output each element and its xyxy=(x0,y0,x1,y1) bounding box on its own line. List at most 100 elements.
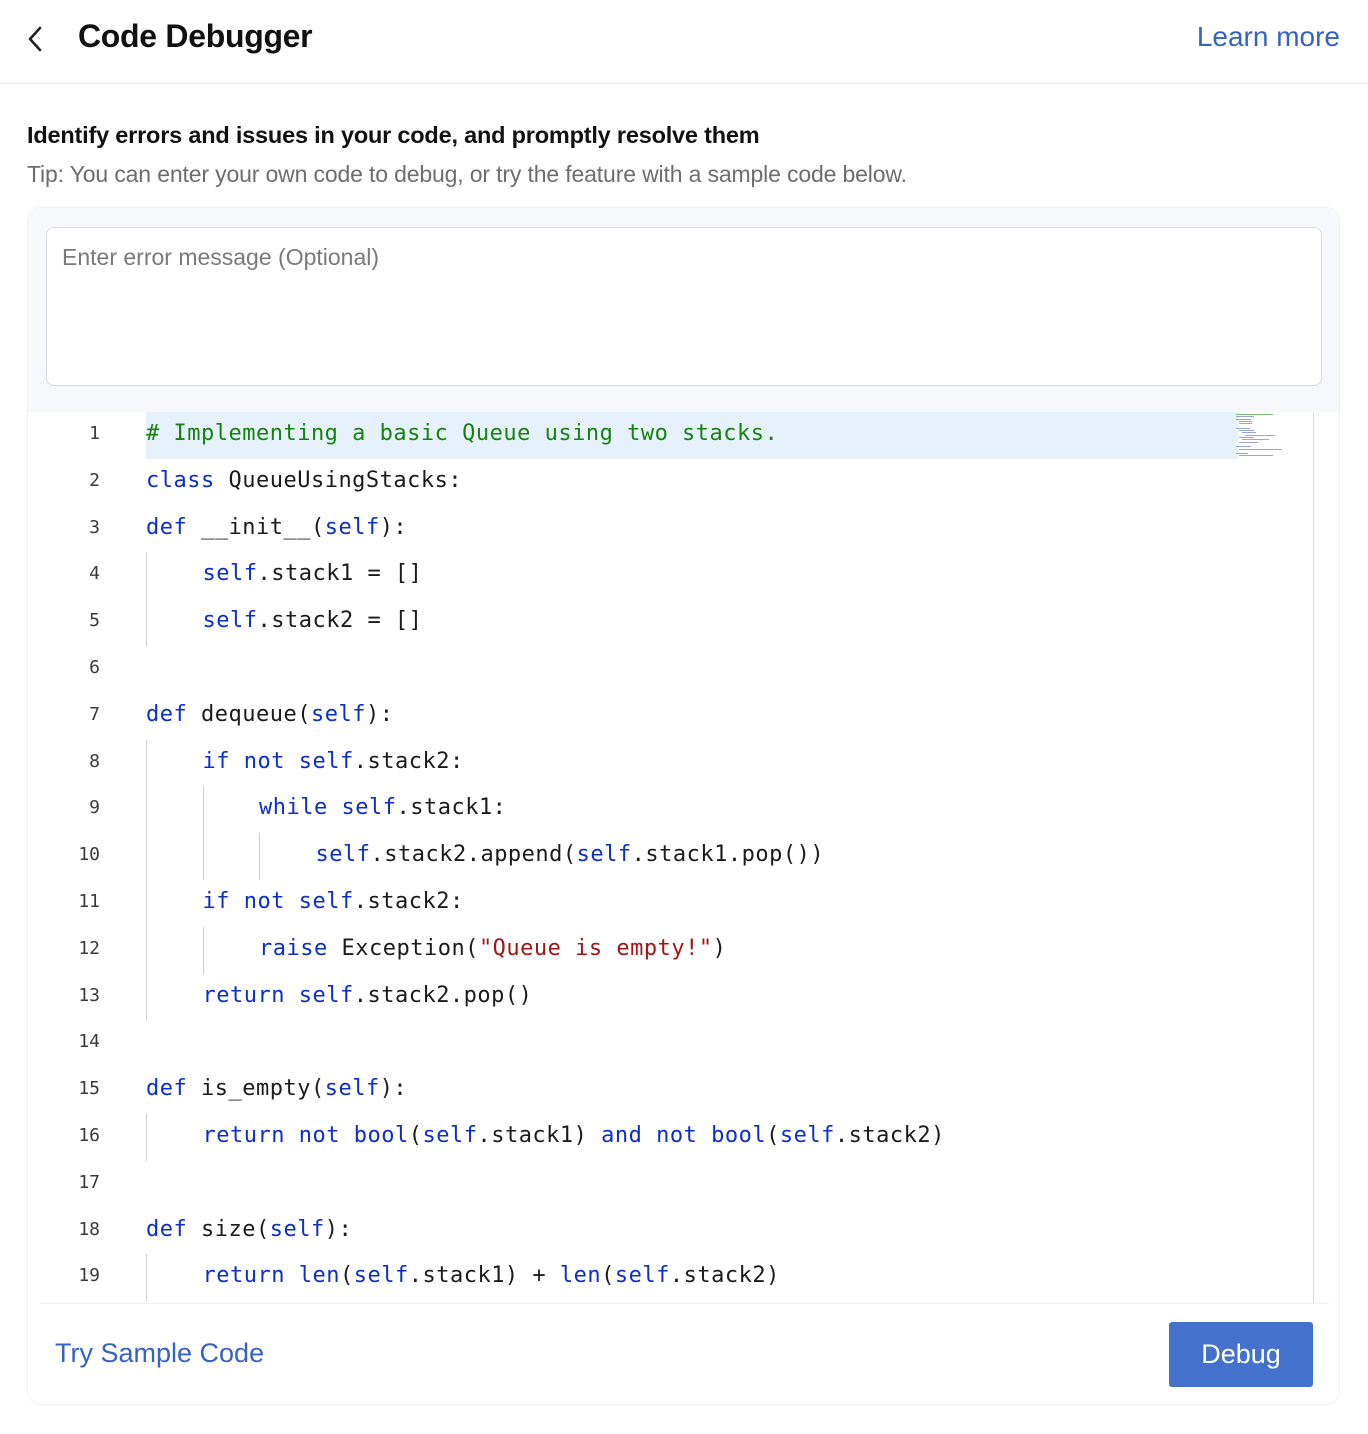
code-line[interactable]: 19 return len(self.stack1) + len(self.sta… xyxy=(28,1254,1313,1302)
line-number: 19 xyxy=(78,1265,100,1287)
code-text: def dequeue(self): xyxy=(146,702,393,727)
code-token: self xyxy=(298,748,354,774)
indent-guide xyxy=(146,552,147,600)
header: Code Debugger Learn more xyxy=(0,0,1368,84)
code-token: Exception( xyxy=(327,935,479,961)
code-text: self.stack2 = [] xyxy=(203,608,423,633)
line-number: 16 xyxy=(78,1125,100,1146)
code-line[interactable]: 14 xyxy=(28,1020,1313,1067)
page-title: Code Debugger xyxy=(78,18,313,54)
code-token: return xyxy=(202,1123,285,1148)
code-line[interactable]: 12 raise Exception("Queue is empty!") xyxy=(28,926,1313,974)
code-token: .stack1.pop()) xyxy=(631,842,825,868)
line-number: 14 xyxy=(78,1031,100,1053)
code-text: while self.stack1: xyxy=(259,795,506,820)
code-token: def xyxy=(146,1076,188,1102)
line-number: 10 xyxy=(78,844,100,866)
code-line[interactable]: 8 if not self.stack2: xyxy=(28,739,1313,787)
code-line[interactable]: 16 return not bool(self.stack1) and not b… xyxy=(28,1114,1313,1161)
code-line[interactable]: 6 xyxy=(28,646,1313,693)
code-token: self xyxy=(576,842,632,868)
code-line[interactable]: 3 def __init__(self): xyxy=(28,506,1313,553)
code-token: ): xyxy=(324,1216,353,1242)
minimap-line xyxy=(1239,437,1255,438)
line-number: 15 xyxy=(78,1078,100,1100)
code-token: .stack2 = [] xyxy=(257,608,423,634)
code-line[interactable]: 18 def size(self): xyxy=(28,1208,1313,1255)
code-token: while xyxy=(259,795,328,821)
code-line[interactable]: 11 if not self.stack2: xyxy=(28,880,1313,927)
intro-tip: Tip: You can enter your own code to debu… xyxy=(27,161,907,187)
code-token: self xyxy=(310,701,366,727)
code-line[interactable]: 5 self.stack2 = [] xyxy=(28,599,1313,647)
code-token: ( xyxy=(601,1263,615,1289)
indent-guide xyxy=(146,739,147,787)
code-text: self.stack1 = [] xyxy=(203,561,423,586)
code-text: raise Exception("Queue is empty!") xyxy=(259,936,726,961)
minimap-line xyxy=(1239,441,1259,443)
code-text: def __init__(self): xyxy=(146,515,407,540)
code-line[interactable]: 13 return self.stack2.pop() xyxy=(28,973,1313,1021)
code-token: .stack2: xyxy=(353,889,464,914)
code-token: not xyxy=(656,1123,698,1148)
code-text: if not self.stack2: xyxy=(203,889,464,914)
code-token: if xyxy=(202,889,230,914)
code-line[interactable]: 10 self.stack2.append(self.stack1.pop()) xyxy=(28,833,1313,881)
code-token: self xyxy=(422,1123,478,1148)
learn-more-link[interactable]: Learn more xyxy=(1197,21,1340,53)
minimap-line xyxy=(1239,455,1273,457)
code-token: ( xyxy=(766,1123,780,1148)
code-line[interactable]: 2 class QueueUsingStacks: xyxy=(28,459,1313,506)
code-token: self xyxy=(298,982,354,1008)
indent-guide xyxy=(146,926,147,974)
error-message-input[interactable] xyxy=(46,227,1322,386)
line-number: 3 xyxy=(89,516,100,538)
try-sample-code-link[interactable]: Try Sample Code xyxy=(55,1338,264,1369)
minimap-line xyxy=(1236,416,1255,418)
intro-subtitle: Identify errors and issues in your code,… xyxy=(27,122,760,148)
code-text: return self.stack2.pop() xyxy=(203,983,533,1008)
chevron-left-icon xyxy=(28,26,42,52)
line-number: 17 xyxy=(78,1171,100,1193)
code-line[interactable]: 7 def dequeue(self): xyxy=(28,693,1313,740)
back-button[interactable] xyxy=(18,22,52,56)
code-token: is_empty( xyxy=(187,1076,325,1102)
code-token: bool xyxy=(353,1123,409,1148)
code-token: ): xyxy=(379,1076,408,1102)
code-token: return xyxy=(202,1263,285,1289)
code-line[interactable]: 9 while self.stack1: xyxy=(28,786,1313,834)
code-text: class QueueUsingStacks: xyxy=(146,468,462,493)
indent-guide xyxy=(202,926,204,974)
minimap-line xyxy=(1236,427,1251,429)
code-token: ) xyxy=(712,935,727,961)
code-token: self xyxy=(614,1263,670,1289)
code-token: return xyxy=(202,982,285,1008)
code-minimap[interactable] xyxy=(1236,414,1296,458)
line-number: 9 xyxy=(89,797,100,819)
debug-button[interactable]: Debug xyxy=(1169,1322,1313,1387)
minimap-line xyxy=(1236,414,1273,415)
indent-guide xyxy=(146,599,147,647)
code-line[interactable]: 17 xyxy=(28,1161,1313,1208)
code-line[interactable]: 1 # Implementing a basic Queue using two … xyxy=(28,412,1313,459)
code-text: self.stack2.append(self.stack1.pop()) xyxy=(316,842,825,867)
code-editor[interactable]: 1 # Implementing a basic Queue using two … xyxy=(28,412,1314,1304)
minimap-line xyxy=(1236,453,1248,455)
minimap-line xyxy=(1239,423,1252,425)
code-line[interactable]: 15 def is_empty(self): xyxy=(28,1067,1313,1114)
indent-guide xyxy=(259,833,260,881)
code-token: len xyxy=(559,1263,602,1289)
code-token: and xyxy=(601,1123,643,1148)
code-line[interactable]: 4 self.stack1 = [] xyxy=(28,552,1313,600)
indent-guide xyxy=(146,833,147,881)
code-token: __init__( xyxy=(187,514,325,540)
line-number: 12 xyxy=(78,937,100,959)
line-number: 8 xyxy=(89,750,100,772)
code-token: self xyxy=(341,795,397,821)
